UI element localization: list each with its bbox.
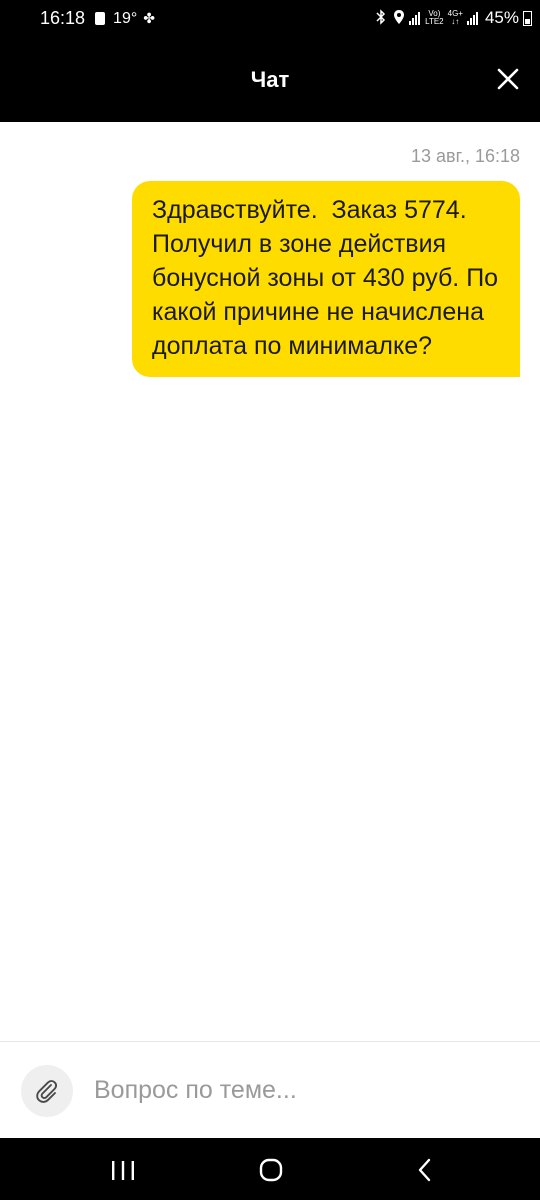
close-button[interactable] <box>496 67 520 91</box>
location-icon <box>393 9 405 28</box>
notification-icon <box>95 12 106 25</box>
page-title: Чат <box>250 67 290 92</box>
status-right: Vo) LTE2 4G+ ↓↑ 45% <box>369 8 532 28</box>
attach-button[interactable] <box>21 1065 73 1117</box>
chat-header: Чат <box>0 40 540 122</box>
status-time: 16:18 <box>40 8 86 28</box>
system-nav-bar <box>0 1138 540 1200</box>
network-type: 4G+ ↓↑ <box>447 9 463 26</box>
message-timestamp: 13 авг., 16:18 <box>410 146 520 166</box>
paperclip-icon <box>36 1080 58 1103</box>
network-label: Vo) LTE2 <box>425 9 444 26</box>
back-icon <box>418 1158 431 1182</box>
battery-percentage: 45% <box>484 8 519 27</box>
status-bar: 16:18 19° ✤ Vo) LTE2 4G+ ↓↑ 45% <box>0 0 540 40</box>
message-composer <box>0 1042 540 1138</box>
signal-icon <box>409 11 421 25</box>
bluetooth-icon <box>376 8 386 28</box>
recents-button[interactable] <box>108 1156 138 1184</box>
chat-messages[interactable]: 13 авг., 16:18 Здравствуйте. Заказ 5774.… <box>0 122 540 1042</box>
signal-icon-2 <box>466 11 479 25</box>
message-bubble[interactable]: Здравствуйте. Заказ 5774. Получил в зоне… <box>132 181 520 377</box>
close-icon <box>497 68 519 90</box>
recents-icon <box>112 1161 134 1180</box>
home-button[interactable] <box>256 1156 286 1184</box>
home-icon <box>259 1158 283 1182</box>
fan-icon: ✤ <box>143 10 155 26</box>
status-temperature: 19° <box>113 9 138 27</box>
back-button[interactable] <box>410 1156 440 1184</box>
battery-icon <box>523 10 532 26</box>
message-input[interactable] <box>94 1068 514 1112</box>
status-left: 16:18 19° ✤ <box>40 8 155 29</box>
